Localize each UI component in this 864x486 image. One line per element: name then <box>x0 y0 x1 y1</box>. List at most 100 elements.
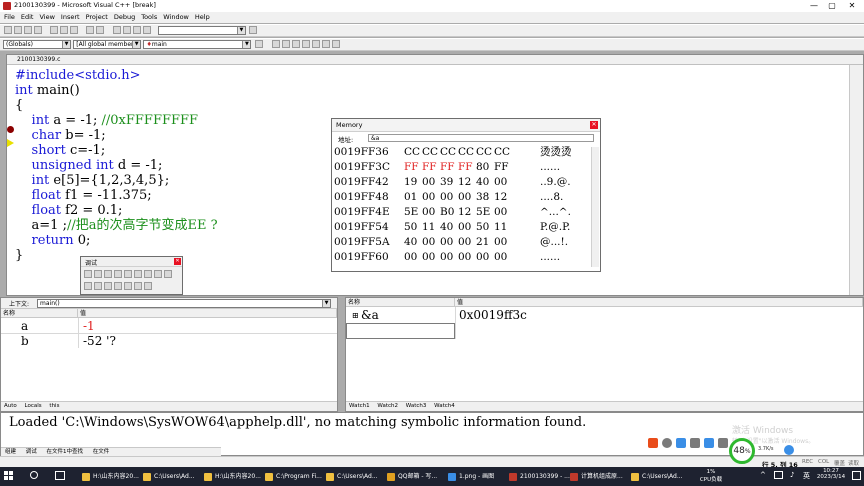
memory-byte[interactable]: 11 <box>422 221 435 234</box>
memory-byte[interactable]: 00 <box>458 221 471 234</box>
address-input[interactable]: &a <box>368 134 594 142</box>
ime-menu-icon[interactable] <box>718 438 728 448</box>
memory-byte[interactable]: 00 <box>422 176 435 189</box>
table-row-value[interactable]: -1 <box>83 319 95 333</box>
memory-byte[interactable]: 00 <box>440 191 453 204</box>
accelerate-icon[interactable] <box>784 445 794 455</box>
context-combo[interactable]: main() ▼ <box>37 299 331 308</box>
stop-debugging-icon[interactable] <box>94 270 102 278</box>
call-stack-icon[interactable] <box>134 282 142 290</box>
tab-this[interactable]: this <box>49 403 59 409</box>
search-icon[interactable] <box>30 471 38 479</box>
memory-byte[interactable]: 00 <box>422 236 435 249</box>
workspace-icon[interactable] <box>112 26 121 34</box>
quickwatch-icon[interactable] <box>84 282 92 290</box>
tab-watch4[interactable]: Watch4 <box>434 403 455 409</box>
table-row-value[interactable]: 0x0019ff3c <box>459 308 527 322</box>
find-combo[interactable]: ▼ <box>157 25 246 35</box>
windows-start-icon[interactable] <box>4 471 14 481</box>
copy-icon[interactable] <box>60 26 69 34</box>
memory-byte[interactable]: 12 <box>458 206 471 219</box>
memory-byte[interactable]: 00 <box>494 236 507 249</box>
memory-scrollbar[interactable] <box>591 147 599 267</box>
watch-value-header[interactable]: 值 <box>455 298 863 307</box>
memory-byte[interactable]: 00 <box>422 206 435 219</box>
memory-byte[interactable]: 00 <box>440 236 453 249</box>
build-icon[interactable] <box>281 40 290 48</box>
memory-byte[interactable]: FF <box>422 161 437 174</box>
close-button[interactable]: ✕ <box>842 0 862 12</box>
new-watch-input[interactable] <box>346 323 455 339</box>
build-stop-icon[interactable] <box>291 40 300 48</box>
memory-byte[interactable]: 19 <box>404 176 417 189</box>
menu-tools[interactable]: Tools <box>141 12 157 23</box>
break-icon[interactable] <box>104 270 112 278</box>
taskbar-app[interactable]: C:\Users\Ad... <box>629 470 700 483</box>
memory-byte[interactable]: 11 <box>494 221 507 234</box>
memory-byte[interactable]: 00 <box>458 236 471 249</box>
memory-byte[interactable]: 50 <box>476 221 489 234</box>
hand-icon[interactable] <box>331 40 340 48</box>
tab-watch2[interactable]: Watch2 <box>377 403 398 409</box>
memory-byte[interactable]: 38 <box>476 191 489 204</box>
tab-build[interactable]: 组建 <box>5 449 16 455</box>
memory-byte[interactable]: 00 <box>494 176 507 189</box>
step-into-icon[interactable] <box>134 270 142 278</box>
memory-window[interactable]: Memory ✕ 地址: &a 0019FF36 CC CC CC CC CC CC 烫烫烫 0… <box>331 118 601 272</box>
table-row-name[interactable]: &a <box>361 308 379 322</box>
variables-value-header[interactable]: 值 <box>78 309 337 318</box>
execute-icon[interactable] <box>301 40 310 48</box>
memory-byte[interactable]: 00 <box>494 206 507 219</box>
memory-byte[interactable]: 00 <box>404 251 417 264</box>
clock[interactable]: 10:27 2023/3/14 <box>814 468 848 480</box>
watch-name-header[interactable]: 名称 <box>346 298 455 307</box>
insert-breakpoint-icon[interactable] <box>321 40 330 48</box>
debug-toolbar-title-bar[interactable]: 调试 ✕ <box>81 257 182 267</box>
disassembly-icon[interactable] <box>144 282 152 290</box>
memory-byte[interactable]: FF <box>458 161 473 174</box>
menu-debug[interactable]: Debug <box>114 12 135 23</box>
new-file-icon[interactable] <box>4 26 12 34</box>
tray-chevron-icon[interactable]: ^ <box>760 471 768 479</box>
editor-scrollbar[interactable] <box>849 65 863 295</box>
menu-edit[interactable]: Edit <box>21 12 34 23</box>
memory-byte[interactable]: 40 <box>404 236 417 249</box>
menu-insert[interactable]: Insert <box>61 12 80 23</box>
function-combo[interactable]: ♦main ▼ <box>143 39 252 49</box>
menu-window[interactable]: Window <box>163 12 189 23</box>
expand-icon[interactable]: ⊞ <box>352 309 359 323</box>
memory-byte[interactable]: 40 <box>476 176 489 189</box>
breakpoint-icon[interactable] <box>7 126 14 133</box>
members-combo[interactable]: [All global members] ▼ <box>73 39 142 49</box>
registers-window-icon[interactable] <box>114 282 122 290</box>
memory-byte[interactable]: CC <box>476 146 492 159</box>
memory-byte[interactable]: 00 <box>494 251 507 264</box>
memory-byte[interactable]: 12 <box>494 191 507 204</box>
globals-combo[interactable]: (Globals) ▼ <box>3 39 71 49</box>
memory-byte[interactable]: 00 <box>458 191 471 204</box>
run-to-cursor-icon[interactable] <box>164 270 172 278</box>
variables-window-icon[interactable] <box>104 282 112 290</box>
output-icon[interactable] <box>122 26 131 34</box>
ime-mode-icon[interactable] <box>662 438 672 448</box>
memory-byte[interactable]: CC <box>494 146 510 159</box>
memory-byte[interactable]: 00 <box>476 251 489 264</box>
sogou-ime-icon[interactable] <box>648 438 658 448</box>
tab-find-in-files-1[interactable]: 在文件1中查找 <box>47 449 84 455</box>
notification-icon[interactable] <box>852 471 861 480</box>
memory-byte[interactable]: FF <box>494 161 509 174</box>
tab-find-in-files-2[interactable]: 在文件 <box>93 449 110 455</box>
table-row-value[interactable]: -52 '? <box>83 334 116 348</box>
memory-byte[interactable]: 21 <box>476 236 489 249</box>
menu-project[interactable]: Project <box>86 12 108 23</box>
memory-byte[interactable]: 00 <box>422 251 435 264</box>
show-next-statement-icon[interactable] <box>124 270 132 278</box>
memory-byte[interactable]: 5E <box>476 206 490 219</box>
memory-byte[interactable]: 40 <box>440 221 453 234</box>
volume-icon[interactable]: ♪ <box>790 471 798 479</box>
tab-watch3[interactable]: Watch3 <box>406 403 427 409</box>
tab-debug[interactable]: 调试 <box>26 449 37 455</box>
menu-file[interactable]: File <box>4 12 15 23</box>
tab-watch1[interactable]: Watch1 <box>349 403 370 409</box>
menu-view[interactable]: View <box>39 12 54 23</box>
